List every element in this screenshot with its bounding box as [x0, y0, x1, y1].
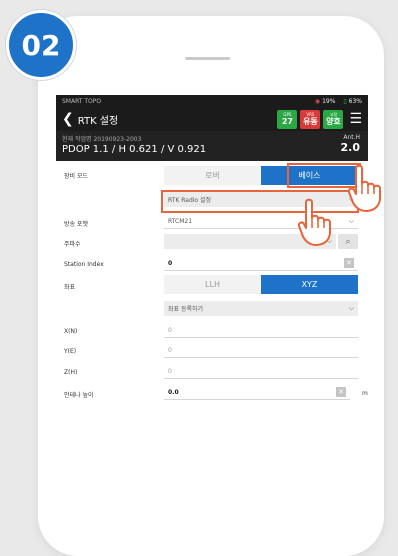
antenna-height-readout: Ant.H 2.0: [340, 134, 361, 154]
coord-register-dropdown[interactable]: 좌표 등록하기 ⌵: [164, 301, 358, 316]
pointing-hand-icon: [348, 164, 381, 212]
z-input[interactable]: 0: [164, 364, 358, 379]
info-bar: 현재 작업명 20190923-2003 PDOP 1.1 / H 0.621 …: [56, 131, 368, 161]
status-bar: SMART TOPO ◉ 19% ▯ 63%: [56, 95, 368, 107]
chevron-down-icon: ⌵: [348, 216, 354, 225]
clear-icon[interactable]: ✕: [336, 387, 346, 397]
app-screen: SMART TOPO ◉ 19% ▯ 63% ❮ RTK 설정 GPS 27 V…: [56, 95, 368, 535]
unit-label: m: [362, 390, 368, 397]
clear-icon[interactable]: ✕: [344, 258, 354, 268]
dop-readout: PDOP 1.1 / H 0.621 / V 0.921: [62, 144, 207, 155]
signal-indicator: ◉ 19%: [314, 97, 336, 105]
broadcast-format-label: 방송 포맷: [64, 221, 88, 228]
app-name-label: SMART TOPO: [62, 97, 102, 105]
page-title: RTK 설정: [77, 115, 119, 127]
chevron-left-icon[interactable]: ❮: [62, 112, 74, 126]
y-input[interactable]: 0: [164, 343, 358, 358]
pointing-hand-icon: [298, 198, 331, 246]
work-info: 현재 작업명 20190923-2003: [62, 136, 142, 143]
frequency-label: 주파수: [64, 241, 81, 248]
equipment-mode-label: 장비 모드: [64, 173, 88, 180]
xyz-option[interactable]: XYZ: [261, 275, 358, 294]
z-label: Z(H): [64, 369, 78, 376]
step-badge: 02: [6, 10, 76, 80]
station-index-label: Station Index: [64, 261, 104, 268]
battery-icon: ▯: [343, 97, 347, 105]
fix-status-chip: 고정 양호: [323, 109, 344, 129]
x-label: X(N): [64, 328, 78, 335]
signal-icon: ◉: [314, 97, 321, 105]
battery-indicator: ▯ 63%: [343, 97, 362, 105]
antenna-height-label: 안테나 높이: [64, 392, 94, 399]
status-chips: GPS 27 VRS 유동 고정 양호: [277, 109, 344, 129]
vrs-chip: VRS 유동: [300, 109, 321, 129]
coordinate-label: 좌표: [64, 284, 76, 291]
gps-chip: GPS 27: [277, 109, 298, 129]
coordinate-toggle: LLH XYZ: [164, 275, 358, 294]
title-bar: ❮ RTK 설정 GPS 27 VRS 유동 고정 양호 ☰: [56, 107, 368, 131]
station-index-input[interactable]: 0 ✕: [164, 256, 358, 271]
phone-speaker: [185, 57, 230, 60]
y-label: Y(E): [64, 348, 77, 355]
rover-option[interactable]: 로버: [164, 166, 261, 185]
hamburger-menu-icon[interactable]: ☰: [349, 111, 362, 127]
antenna-height-input[interactable]: 0.0 ✕: [164, 385, 350, 400]
x-input[interactable]: 0: [164, 323, 358, 338]
llh-option[interactable]: LLH: [164, 275, 261, 294]
chevron-down-icon: ⌵: [348, 304, 354, 312]
